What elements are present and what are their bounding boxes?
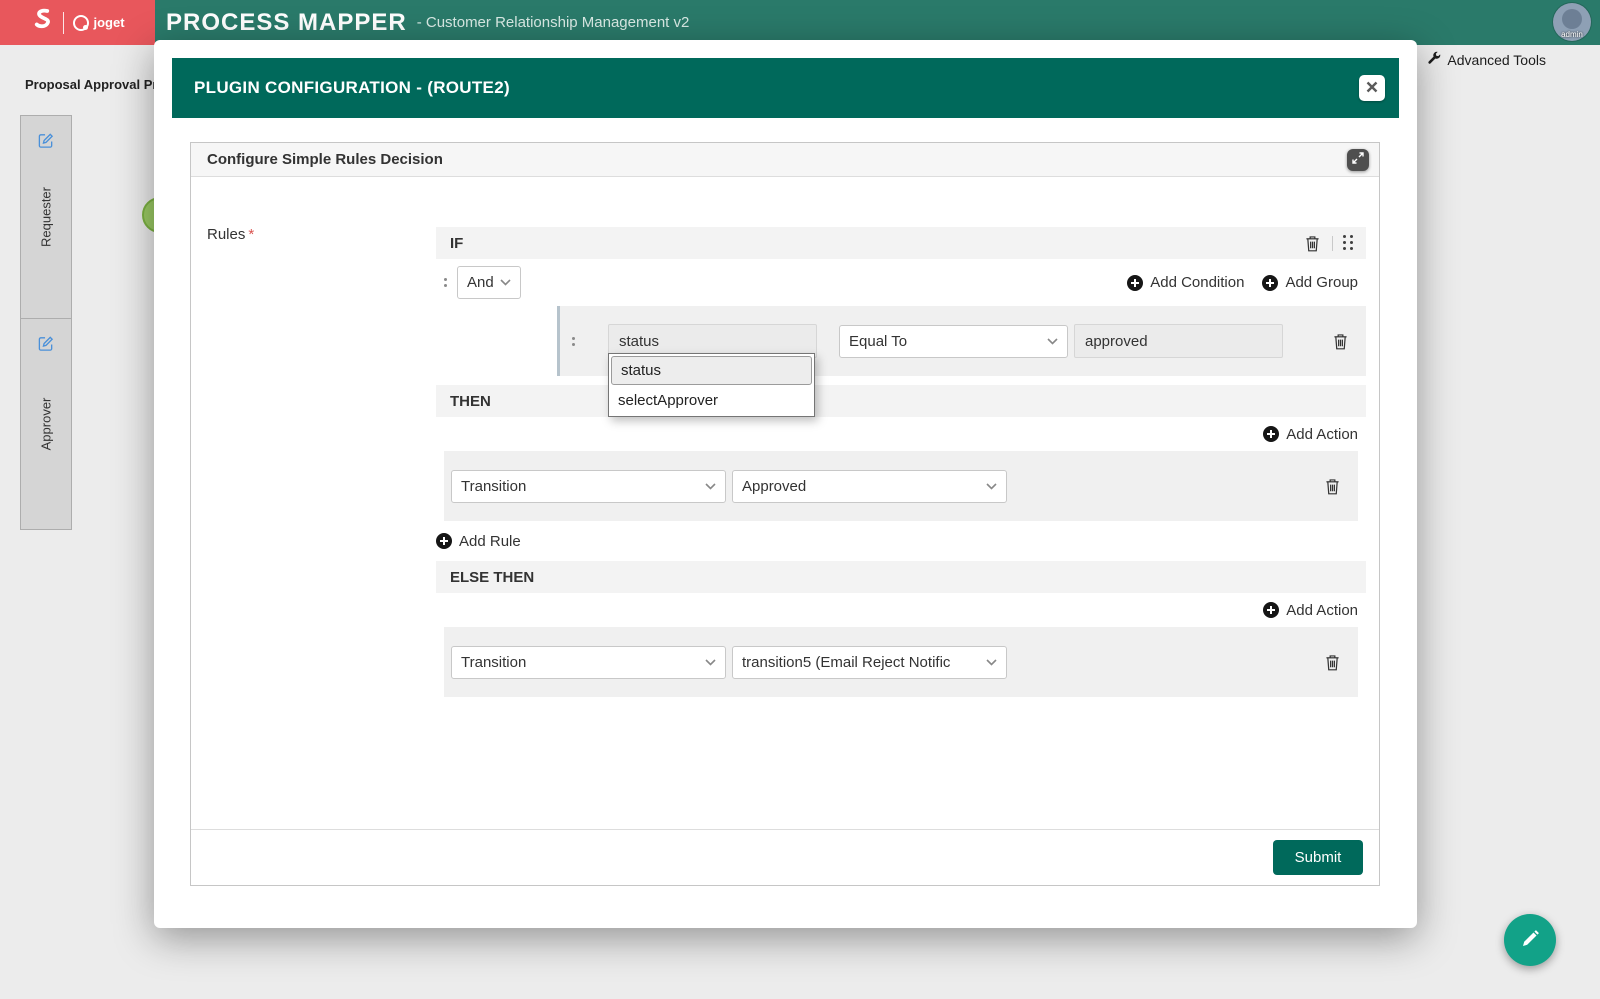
add-condition-button[interactable]: Add Condition [1127,274,1244,291]
modal-title: PLUGIN CONFIGURATION - (ROUTE2) [194,78,510,97]
divider [1332,235,1333,251]
advanced-tools-button[interactable]: Advanced Tools [1427,51,1546,68]
delete-action-icon[interactable] [1323,652,1342,673]
plus-icon [1262,274,1279,291]
add-rule-row: Add Rule [436,521,1366,561]
chevron-down-icon [705,658,716,666]
action-target-select[interactable]: transition5 (Email Reject Notific [732,645,1007,679]
action-type-select[interactable]: Transition [451,645,726,679]
drag-dots-icon[interactable] [572,336,575,340]
delete-action-icon[interactable] [1323,476,1342,497]
delete-rule-icon[interactable] [1303,233,1322,254]
configure-rules-panel: Configure Simple Rules Decision Rules * I… [190,142,1380,886]
chevron-down-icon [500,279,511,286]
chevron-down-icon [986,482,997,490]
brand-block: joget [0,0,155,45]
plus-icon [1127,274,1144,291]
brand-divider [63,11,65,34]
edit-lane-icon[interactable] [38,335,55,357]
drag-handle-icon[interactable] [1343,235,1354,251]
lane-label: Approver [38,397,54,451]
if-label: IF [450,234,464,252]
advanced-tools-label: Advanced Tools [1447,51,1546,68]
app-title: PROCESS MAPPER - Customer Relationship M… [166,0,689,45]
plus-icon [1263,426,1280,442]
panel-title: Configure Simple Rules Decision [207,151,443,168]
plugin-configuration-modal: PLUGIN CONFIGURATION - (ROUTE2) Configur… [154,40,1417,928]
expand-icon [1352,152,1364,167]
topbar: joget PROCESS MAPPER - Customer Relation… [0,0,1600,45]
chevron-down-icon [986,658,997,666]
avatar-username: admin [1561,30,1583,39]
edit-lane-icon[interactable] [38,132,55,154]
dropdown-option-selectapprover[interactable]: selectApprover [609,386,814,415]
else-then-label: ELSE THEN [450,568,535,586]
add-rule-button[interactable]: Add Rule [436,533,521,550]
then-action-row: Transition Approved [444,451,1358,521]
condition-group-row: And Add Condition Add Group [436,259,1366,306]
then-add-action-row: Add Action [436,417,1366,451]
chevron-down-icon [1047,337,1058,345]
page-title: PROCESS MAPPER [166,8,407,36]
plus-icon [1263,602,1280,618]
pencil-icon [1520,929,1540,952]
close-icon [1366,81,1378,96]
floating-edit-button[interactable] [1504,914,1556,966]
then-section-bar: THEN [436,385,1366,417]
chevron-down-icon [705,482,716,490]
condition-operator-select[interactable]: Equal To [839,324,1068,358]
add-group-button[interactable]: Add Group [1262,274,1358,291]
else-action-row: Transition transition5 (Email Reject Not… [444,627,1358,697]
joget-logo: joget [73,14,125,31]
then-label: THEN [450,392,491,410]
wrench-icon [1427,51,1441,68]
plus-icon [436,533,452,549]
action-type-select[interactable]: Transition [451,469,726,503]
page-subtitle: - Customer Relationship Management v2 [416,14,690,31]
panel-header: Configure Simple Rules Decision [191,143,1379,177]
expand-button[interactable] [1347,148,1369,171]
rules-field-label: Rules * [207,226,255,243]
lane-label: Requester [38,187,54,247]
lane-requester: Requester [20,115,72,319]
action-target-select[interactable]: Approved [732,469,1007,503]
panel-footer: Submit [191,829,1379,885]
joget-link-icon [30,6,54,39]
add-action-button[interactable]: Add Action [1263,602,1358,619]
rules-builder: IF And Add Condition Add Group status Eq… [436,227,1366,697]
dropdown-option-status[interactable]: status [611,356,812,385]
drag-dots-icon[interactable] [444,278,447,281]
avatar[interactable]: admin [1553,3,1591,41]
close-button[interactable] [1359,75,1385,101]
modal-header: PLUGIN CONFIGURATION - (ROUTE2) [172,58,1399,118]
add-action-button[interactable]: Add Action [1263,426,1358,443]
lane-approver: Approver [20,318,72,530]
tab-proposal-approval-process[interactable]: Proposal Approval Pr [25,77,157,92]
delete-condition-icon[interactable] [1331,331,1350,352]
joget-brand-text: joget [93,15,125,30]
join-operator-select[interactable]: And [457,266,521,299]
joget-ring-icon [73,14,90,31]
field-options-dropdown: status selectApprover [608,353,815,417]
else-add-action-row: Add Action [436,593,1366,627]
else-then-section-bar: ELSE THEN [436,561,1366,593]
condition-value-input[interactable] [1074,324,1283,358]
screen: Proposal Approval Pr Advanced Tools Requ… [0,0,1600,999]
required-asterisk: * [248,226,255,243]
if-section-bar: IF [436,227,1366,259]
submit-button[interactable]: Submit [1273,840,1363,875]
condition-row: Equal To status selectApprover [557,306,1366,417]
